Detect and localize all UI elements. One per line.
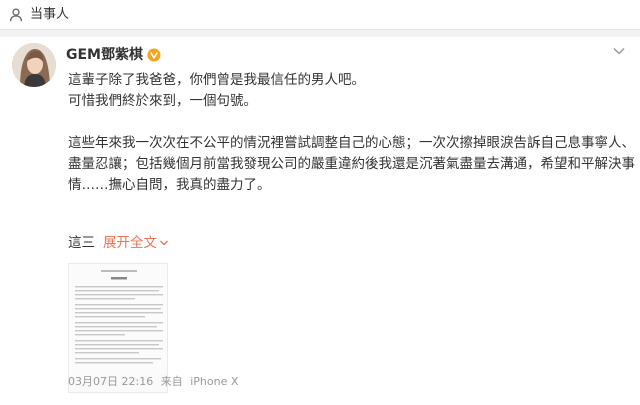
post-line: 情……撫心自問，我真的盡力了。 <box>68 177 271 193</box>
chevron-down-icon[interactable] <box>612 46 626 56</box>
post-text: 這輩子除了我爸爸，你們曾是我最信任的男人吧。 可惜我們終於來到，一個句號。 這些… <box>68 70 635 196</box>
avatar[interactable] <box>12 43 56 87</box>
avatar-image <box>12 43 56 87</box>
post-source: iPhone X <box>190 375 239 388</box>
person-icon <box>9 8 23 22</box>
post-line: 這些年來我一次次在不公平的情況裡嘗試調整自己的心態；一次次擦掉眼淚告訴自己息事寧… <box>68 135 635 151</box>
expand-full-text-link[interactable]: 展开全文 <box>103 235 169 251</box>
chevron-down-icon <box>160 240 168 246</box>
top-bar: 当事人 <box>0 0 640 30</box>
post-tail-text: 這三 <box>68 235 95 251</box>
post-line: 可惜我們終於來到，一個句號。 <box>68 93 257 109</box>
document-preview <box>69 264 167 374</box>
username-row: GEM鄧紫棋 <box>66 46 161 64</box>
weibo-post-card: GEM鄧紫棋 這輩子除了我爸爸，你們曾是我最信任的男人吧。 可惜我們終於來到，一… <box>0 37 640 405</box>
username[interactable]: GEM鄧紫棋 <box>66 46 143 64</box>
expand-row: 這三 展开全文 <box>68 233 169 254</box>
attached-document-image[interactable] <box>68 263 168 393</box>
expand-label: 展开全文 <box>103 235 157 251</box>
post-meta: 03月07日 22:16 来自 iPhone X <box>68 375 242 389</box>
page-title: 当事人 <box>30 7 70 22</box>
source-prefix: 来自 <box>160 375 183 388</box>
post-line: 盡量忍讓；包括幾個月前當我發現公司的嚴重違約後我還是沉著氣盡量去溝通，希望和平解… <box>68 156 635 172</box>
post-timestamp[interactable]: 03月07日 22:16 <box>68 375 153 388</box>
verified-v-icon <box>147 48 161 62</box>
post-line: 這輩子除了我爸爸，你們曾是我最信任的男人吧。 <box>68 72 365 88</box>
